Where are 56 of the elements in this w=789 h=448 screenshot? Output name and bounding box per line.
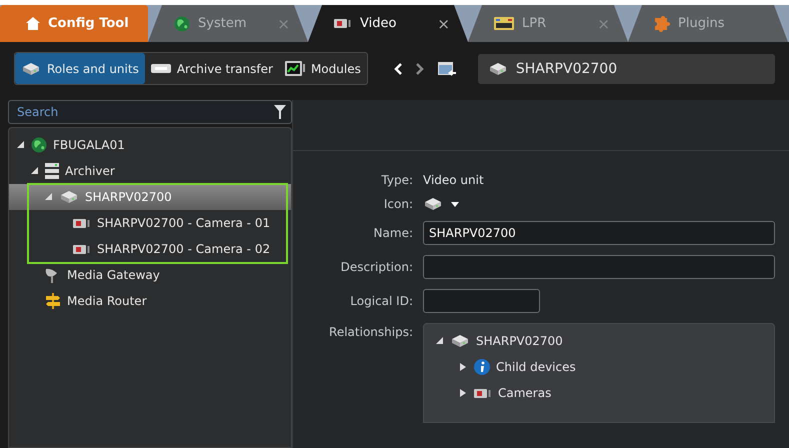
tab[interactable]: Config Tool	[0, 5, 148, 42]
search-field[interactable]: Search	[8, 100, 292, 124]
collapse-arrow-icon[interactable]	[436, 337, 442, 345]
segment-button[interactable]: Modules	[278, 53, 367, 84]
info-icon	[474, 359, 490, 375]
device-icon	[450, 334, 470, 348]
filter-icon[interactable]	[274, 105, 286, 119]
expand-arrow-icon[interactable]	[460, 363, 466, 371]
device-icon	[59, 190, 79, 204]
device-icon	[21, 62, 41, 76]
type-value: Video unit	[423, 173, 485, 187]
server-icon	[45, 163, 59, 179]
logical-id-field[interactable]	[423, 289, 540, 313]
device-icon	[423, 197, 443, 211]
camera-icon	[73, 218, 91, 228]
back-icon[interactable]	[394, 62, 402, 74]
tree-item[interactable]: SHARPV02700	[434, 328, 764, 354]
collapse-arrow-icon[interactable]	[30, 167, 38, 175]
camera-icon	[334, 18, 352, 29]
camera-icon	[73, 244, 91, 254]
plate-icon	[494, 17, 514, 30]
field-label: Type:	[380, 173, 413, 187]
globe-icon	[174, 16, 190, 32]
collapse-arrow-icon[interactable]	[16, 141, 24, 149]
tree-item[interactable]: Media Router	[9, 288, 291, 314]
tree-item[interactable]: Media Gateway	[9, 262, 291, 288]
field-label: Name:	[372, 226, 413, 240]
device-icon	[488, 62, 508, 76]
tree-item[interactable]: SHARPV02700 - Camera - 01	[9, 210, 291, 236]
home-icon	[26, 17, 40, 30]
camera-icon	[474, 388, 492, 398]
signpost-icon	[45, 293, 61, 309]
field-label: Icon:	[382, 197, 413, 211]
expand-arrow-icon[interactable]	[460, 389, 466, 397]
tree-item[interactable]: Archiver	[9, 158, 291, 184]
tab[interactable]: Video ×	[308, 5, 468, 42]
close-icon[interactable]: ×	[437, 14, 450, 32]
drive-icon	[150, 64, 171, 73]
segment-button[interactable]: Archive transfer	[144, 53, 279, 84]
tree-item[interactable]: Child devices	[434, 354, 764, 380]
tree-item[interactable]: SHARPV02700 - Camera - 02	[9, 236, 291, 262]
field-label: Relationships:	[328, 324, 413, 339]
address-bar[interactable]: SHARPV02700	[478, 54, 775, 84]
field-label: Logical ID:	[349, 294, 413, 308]
monitor-icon	[284, 61, 305, 76]
tree-item[interactable]: Cameras	[434, 380, 764, 406]
tree-item[interactable]: FBUGALA01	[9, 132, 291, 158]
globe-icon	[31, 137, 47, 153]
name-field[interactable]: SHARPV02700	[423, 221, 775, 245]
segment-button[interactable]: Roles and units	[15, 53, 145, 84]
dropdown-icon[interactable]	[451, 202, 459, 206]
description-field[interactable]	[423, 255, 775, 279]
field-label: Description:	[340, 260, 413, 274]
forward-icon[interactable]	[416, 62, 424, 74]
puzzle-icon	[654, 16, 670, 32]
tree-item[interactable]: SHARPV02700	[9, 184, 291, 210]
